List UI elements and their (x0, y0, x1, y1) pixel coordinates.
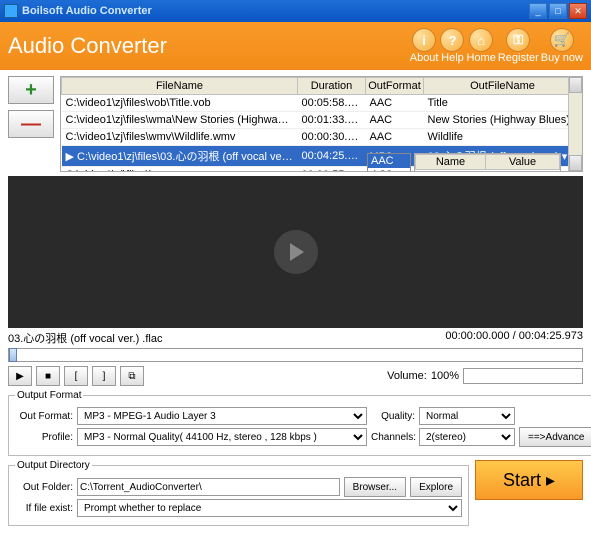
prop-col-name[interactable]: Name (416, 155, 486, 170)
play-overlay-icon[interactable] (274, 230, 318, 274)
maximize-button[interactable]: □ (549, 3, 567, 19)
help-icon: ? (440, 28, 464, 52)
table-scrollbar[interactable] (568, 77, 582, 171)
seek-thumb[interactable] (9, 348, 17, 362)
browse-button[interactable]: Browser... (344, 477, 406, 497)
app-icon (4, 4, 18, 18)
register-icon: ⚿ (506, 28, 530, 52)
titlebar: Boilsoft Audio Converter _ □ ✕ (0, 0, 591, 22)
preview-time: 00:00:00.000 / 00:04:25.973 (445, 330, 583, 346)
properties-panel[interactable]: Name Value Audio1Start00:00:00.000End00:… (414, 153, 561, 172)
output-directory-group: Output Directory Out Folder: Browser... … (8, 460, 469, 526)
table-row[interactable]: C:\video1\zj\files\wma\New Stories (High… (62, 112, 582, 129)
table-row[interactable]: C:\video1\zj\files\wmv\Wildlife.wmv00:00… (62, 129, 582, 146)
header-about-button[interactable]: iAbout (410, 28, 439, 64)
output-directory-legend: Output Directory (15, 460, 92, 471)
format-option[interactable]: AAC (368, 154, 410, 168)
col-filename[interactable]: FileName (62, 78, 298, 95)
mark-out-button[interactable]: ] (92, 366, 116, 386)
output-format-group: Output Format Out Format: MP3 - MPEG-1 A… (8, 390, 591, 456)
profile-select[interactable]: MP3 - Normal Quality( 44100 Hz, stereo ,… (77, 428, 367, 446)
col-duration[interactable]: Duration (298, 78, 366, 95)
outformat-label: Out Format: (15, 411, 73, 422)
quality-label: Quality: (371, 411, 415, 422)
channels-select[interactable]: 2(stereo) (419, 428, 515, 446)
minimize-button[interactable]: _ (529, 3, 547, 19)
app-title: Audio Converter (8, 33, 410, 59)
outformat-select[interactable]: MP3 - MPEG-1 Audio Layer 3 (77, 407, 367, 425)
add-file-button[interactable]: + (8, 76, 54, 104)
prop-col-value[interactable]: Value (486, 155, 560, 170)
col-outfilename[interactable]: OutFileName (424, 78, 582, 95)
header-register-button[interactable]: ⚿Register (498, 28, 539, 64)
output-format-legend: Output Format (15, 390, 83, 401)
remove-file-button[interactable]: — (8, 110, 54, 138)
outfolder-input[interactable] (77, 478, 340, 496)
buy now-icon: 🛒 (550, 28, 574, 52)
header-home-button[interactable]: ⌂Home (466, 28, 495, 64)
explore-button[interactable]: Explore (410, 477, 462, 497)
file-table[interactable]: FileName Duration OutFormat OutFileName … (60, 76, 583, 172)
table-row[interactable]: C:\video1\zj\files\vob\Title.vob00:05:58… (62, 95, 582, 112)
advance-button[interactable]: ==>Advance (519, 427, 591, 447)
ifexist-label: If file exist: (15, 503, 73, 514)
ifexist-select[interactable]: Prompt whether to replace (77, 499, 462, 517)
about-icon: i (412, 28, 436, 52)
header-help-button[interactable]: ?Help (440, 28, 464, 64)
snapshot-button[interactable]: ⧉ (120, 366, 144, 386)
volume-value: 100% (431, 370, 459, 382)
play-button[interactable]: ▶ (8, 366, 32, 386)
header: Audio Converter iAbout?Help⌂Home⚿Registe… (0, 22, 591, 70)
quality-select[interactable]: Normal (419, 407, 515, 425)
col-outformat[interactable]: OutFormat (366, 78, 424, 95)
stop-button[interactable]: ■ (36, 366, 60, 386)
seek-bar[interactable] (8, 348, 583, 362)
header-buy-now-button[interactable]: 🛒Buy now (541, 28, 583, 64)
close-button[interactable]: ✕ (569, 3, 587, 19)
volume-slider[interactable] (463, 368, 583, 384)
video-preview[interactable] (8, 176, 583, 328)
channels-label: Channels: (371, 432, 415, 443)
window-title: Boilsoft Audio Converter (22, 5, 529, 17)
format-dropdown-list[interactable]: AACAC3AIFFAPEAUFLACM4AM4RMKAMP2 (367, 153, 411, 172)
outfolder-label: Out Folder: (15, 482, 73, 493)
preview-filename: 03.心の羽根 (off vocal ver.) .flac (8, 330, 162, 346)
start-button[interactable]: Start ▸ (475, 460, 583, 500)
mark-in-button[interactable]: [ (64, 366, 88, 386)
profile-label: Profile: (15, 432, 73, 443)
home-icon: ⌂ (469, 28, 493, 52)
volume-label: Volume: (387, 370, 427, 382)
